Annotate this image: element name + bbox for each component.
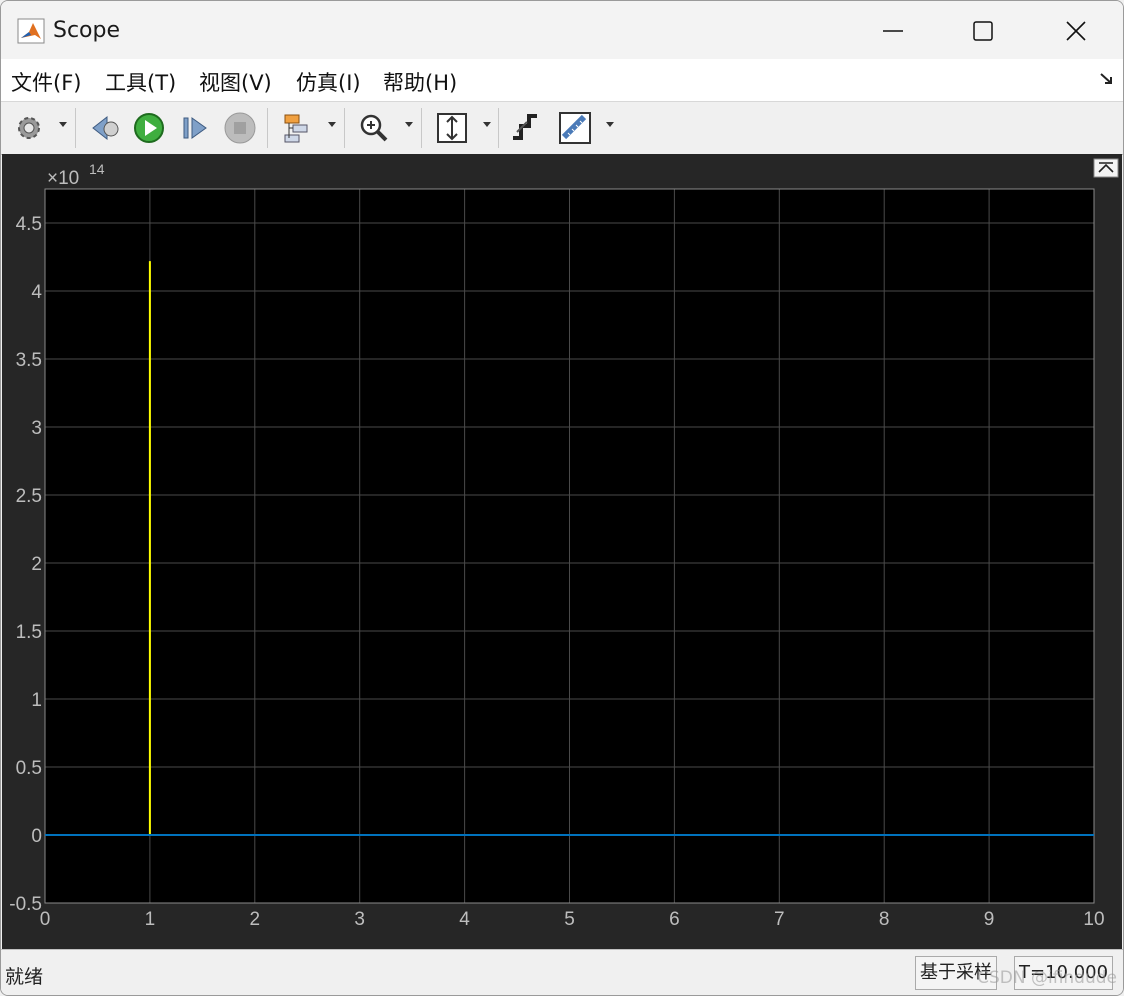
triggers-icon [513, 114, 537, 140]
step-back-icon [92, 115, 119, 141]
highlight-block-button[interactable] [279, 110, 315, 146]
x-tick-label: 4 [459, 909, 470, 930]
y-tick-label: 4 [31, 282, 42, 303]
stop-icon [224, 112, 256, 144]
toolbar-divider [267, 108, 268, 148]
minimize-button[interactable] [861, 9, 925, 53]
status-ready-text: 就绪 [5, 966, 44, 988]
watermark: CSDN @ifindude [977, 968, 1117, 988]
maximize-icon [973, 21, 993, 41]
toolbar-divider [344, 108, 345, 148]
exponent-label: ×10 [47, 168, 79, 189]
run-button[interactable] [131, 110, 167, 146]
zoom-dropdown-icon[interactable] [405, 122, 413, 127]
y-tick-label: 3 [31, 418, 42, 439]
x-tick-label: 6 [669, 909, 680, 930]
x-tick-label: 10 [1083, 909, 1104, 930]
y-tick-label: 3.5 [16, 350, 42, 371]
step-forward-button[interactable] [177, 110, 213, 146]
measurements-dropdown-icon[interactable] [606, 122, 614, 127]
menu-view[interactable]: 视图(V) [199, 67, 272, 97]
x-tick-label: 5 [564, 909, 575, 930]
x-tick-label: 3 [354, 909, 365, 930]
x-tick-label: 8 [879, 909, 890, 930]
x-tick-label: 7 [774, 909, 785, 930]
title-bar: Scope [1, 1, 1123, 59]
maximize-button[interactable] [951, 9, 1015, 53]
toolbar-divider [421, 108, 422, 148]
y-tick-label: 2.5 [16, 486, 42, 507]
scope-chart[interactable]: 0 1 2 3 4 5 6 7 8 9 10-0.500.511.522.533.544.5×10 1… [2, 154, 1122, 949]
scale-dropdown-icon[interactable] [483, 122, 491, 127]
stop-button[interactable] [221, 110, 259, 146]
y-tick-label: 1.5 [16, 622, 42, 643]
run-icon [134, 113, 164, 143]
y-tick-label: -0.5 [9, 894, 42, 915]
cursor-measurements-icon [559, 112, 591, 144]
highlight-dropdown-icon[interactable] [328, 122, 336, 127]
matlab-logo-icon [17, 18, 45, 44]
settings-dropdown-icon[interactable] [59, 122, 67, 127]
toolbar-divider [75, 108, 76, 148]
toolbar-divider [498, 108, 499, 148]
scale-axes-icon [437, 113, 467, 143]
x-tick-label: 9 [984, 909, 995, 930]
close-icon [1066, 21, 1086, 41]
step-back-button[interactable] [87, 110, 123, 146]
exponent-superscript: 14 [89, 161, 105, 177]
y-tick-label: 0 [31, 826, 42, 847]
y-tick-label: 0.5 [16, 758, 42, 779]
highlight-block-icon [284, 114, 308, 143]
settings-icon [18, 117, 40, 139]
window-title: Scope [53, 18, 121, 43]
step-forward-icon [183, 117, 207, 139]
plot-area: 0 1 2 3 4 5 6 7 8 9 10 -0.5 0 0.5 1 1.5 2 2.5 3 3.5 4 4.5 ×10 1… [2, 154, 1122, 949]
dock-arrow-icon[interactable] [1099, 71, 1115, 87]
menu-bar: 文件(F) 工具(T) 视图(V) 仿真(I) 帮助(H) [1, 59, 1123, 101]
undock-icon[interactable] [1093, 158, 1119, 178]
zoom-in-button[interactable] [356, 110, 392, 146]
menu-tools[interactable]: 工具(T) [105, 67, 176, 97]
triggers-button[interactable] [507, 110, 543, 146]
scope-window: Scope 文件(F) 工具(T) 视图(V) 仿真(I) 帮助(H) 0 1 … [0, 0, 1124, 996]
y-tick-label: 1 [31, 690, 42, 711]
y-tick-label: 2 [31, 554, 42, 575]
menu-simulation[interactable]: 仿真(I) [296, 67, 361, 97]
menu-file[interactable]: 文件(F) [11, 67, 81, 97]
status-bar: 就绪 基于采样 T=10.000 CSDN @ifindude [1, 949, 1123, 995]
x-tick-label: 2 [250, 909, 261, 930]
x-tick-label: 1 [145, 909, 156, 930]
cursor-measurements-button[interactable] [557, 110, 593, 146]
scale-axes-button[interactable] [433, 110, 471, 146]
toolbar [1, 101, 1123, 155]
minimize-icon [883, 30, 903, 32]
zoom-in-icon [360, 114, 388, 142]
settings-button[interactable] [11, 110, 47, 146]
close-button[interactable] [1044, 9, 1108, 53]
menu-help[interactable]: 帮助(H) [383, 67, 457, 97]
y-tick-label: 4.5 [16, 214, 42, 235]
